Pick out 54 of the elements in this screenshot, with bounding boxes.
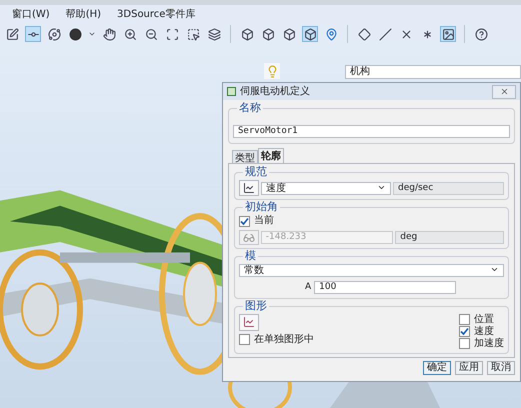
- a-label: A: [305, 281, 312, 294]
- checkbox-label: 在单独图形中: [254, 334, 314, 346]
- menu-item[interactable]: 窗口(W): [12, 6, 50, 22]
- group-label: 名称: [237, 101, 263, 115]
- group-label: 规范: [243, 165, 269, 179]
- group-label: 图形: [243, 298, 269, 312]
- dialog-button[interactable]: 确定: [423, 360, 451, 374]
- line-chart-icon: [243, 182, 255, 194]
- checkbox-label: 速度: [474, 326, 494, 338]
- hand-icon[interactable]: [101, 26, 117, 42]
- a-field[interactable]: 100: [314, 281, 456, 294]
- sphere-icon[interactable]: [67, 26, 83, 42]
- graph-button[interactable]: [239, 314, 259, 330]
- unit-field: deg/sec: [393, 182, 504, 194]
- dialog-button[interactable]: 应用: [455, 360, 483, 374]
- square-pen-icon[interactable]: [4, 26, 20, 42]
- menu-item[interactable]: 3DSource零件库: [117, 6, 196, 22]
- zoom-out-icon[interactable]: [143, 26, 159, 42]
- glasses-icon: [242, 232, 255, 244]
- cube-icon[interactable]: [260, 26, 276, 42]
- zoom-in-icon[interactable]: [122, 26, 138, 42]
- group-label: 模: [243, 249, 258, 263]
- mechanism-dropdown[interactable]: 机构: [345, 65, 521, 79]
- spec-dropdown[interactable]: 速度: [261, 182, 391, 194]
- checkbox[interactable]: [459, 326, 470, 337]
- caret-icon: [490, 265, 499, 274]
- orbit-icon[interactable]: [46, 26, 62, 42]
- checkbox[interactable]: [459, 314, 470, 325]
- node-link-icon[interactable]: [25, 26, 41, 42]
- window-icon: [227, 87, 236, 96]
- checkbox-label: 当前: [254, 215, 274, 227]
- cube-icon[interactable]: [281, 26, 297, 42]
- profile-button[interactable]: [239, 180, 259, 196]
- line-chart-icon: [243, 316, 255, 328]
- close-icon: [500, 87, 508, 96]
- window-title: 伺服电动机定义: [240, 84, 311, 99]
- name-field[interactable]: ServoMotor1: [233, 125, 510, 138]
- checkbox[interactable]: [459, 338, 470, 349]
- zoom-fit-icon[interactable]: [164, 26, 180, 42]
- menu-item[interactable]: 帮助(H): [66, 6, 102, 22]
- tab[interactable]: 轮廓: [258, 148, 284, 163]
- unit-field: deg: [395, 231, 504, 244]
- cube-icon[interactable]: [239, 26, 255, 42]
- checkbox-label: 位置: [474, 314, 494, 326]
- cube-icon[interactable]: [302, 26, 318, 42]
- checkbox-label: 加速度: [474, 338, 504, 350]
- group-label: 初始角: [243, 200, 280, 214]
- help-icon[interactable]: [473, 26, 489, 42]
- checkbox[interactable]: [239, 334, 250, 345]
- magnitude-dropdown[interactable]: 常数: [239, 264, 504, 277]
- tab[interactable]: 类型: [232, 150, 258, 163]
- layers-icon[interactable]: [206, 26, 222, 42]
- dialog-button[interactable]: 取消: [487, 360, 515, 374]
- pointer-icon[interactable]: [185, 26, 201, 42]
